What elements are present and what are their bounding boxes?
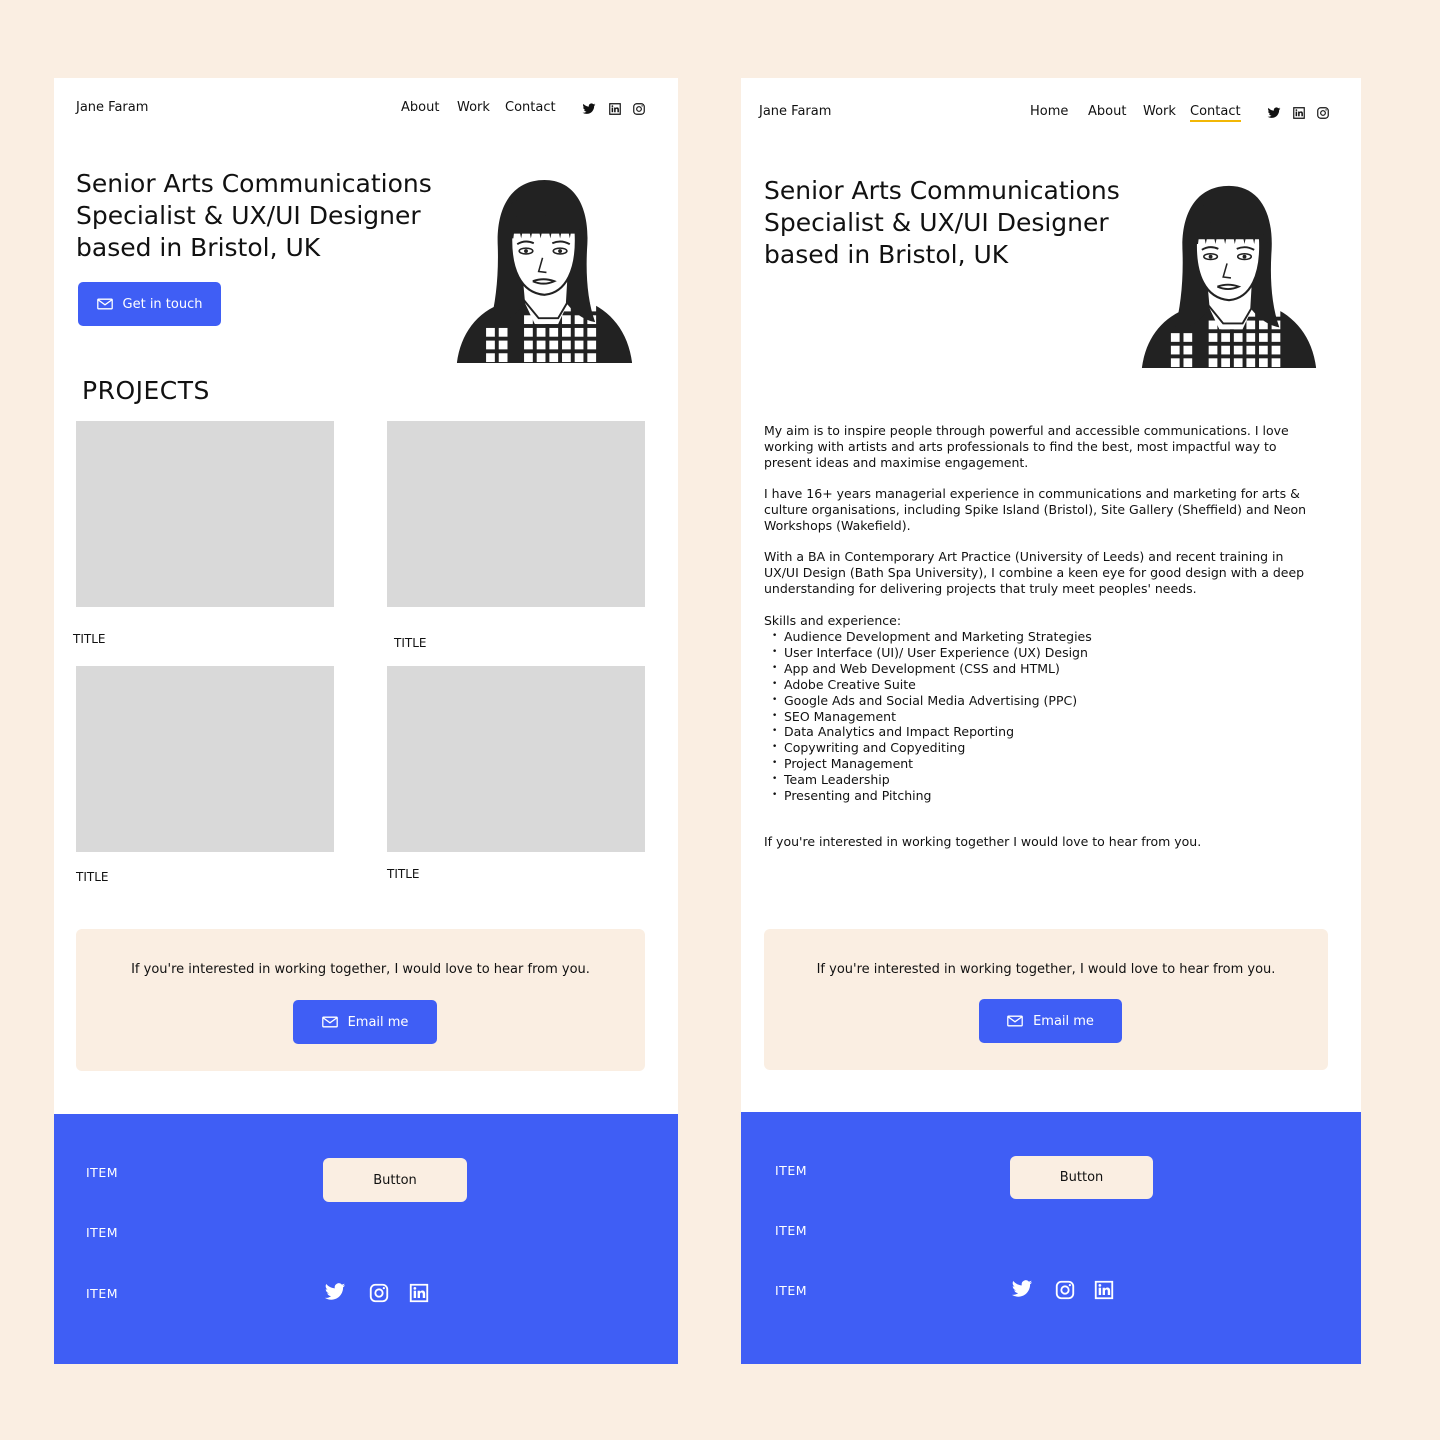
closing-text: If you're interested in working together…: [764, 834, 1202, 849]
footer-item-3[interactable]: ITEM: [775, 1283, 807, 1298]
skill-item: Presenting and Pitching: [764, 788, 1320, 804]
about-paragraph-2: I have 16+ years managerial experience i…: [764, 486, 1307, 533]
twitter-icon[interactable]: [324, 1281, 346, 1303]
nav-work[interactable]: Work: [1143, 104, 1176, 119]
nav-work[interactable]: Work: [457, 100, 490, 115]
site-logo[interactable]: Jane Faram: [759, 104, 831, 119]
instagram-icon[interactable]: [632, 102, 646, 116]
footer-item-3[interactable]: ITEM: [86, 1286, 118, 1301]
skill-item: Team Leadership: [764, 772, 1320, 788]
about-paragraph-1: My aim is to inspire people through powe…: [764, 423, 1289, 470]
email-me-label: Email me: [1033, 1013, 1094, 1029]
email-me-button[interactable]: Email me: [979, 999, 1122, 1043]
hero-line-3: based in Bristol, UK: [764, 240, 1009, 269]
linkedin-icon[interactable]: [1093, 1279, 1115, 1301]
portrait-illustration: [454, 178, 635, 363]
skill-item: SEO Management: [764, 709, 1320, 725]
portrait-illustration: [1139, 184, 1319, 368]
skill-item: User Interface (UI)/ User Experience (UX…: [764, 645, 1320, 661]
footer-item-2[interactable]: ITEM: [86, 1225, 118, 1240]
linkedin-icon[interactable]: [408, 1282, 430, 1304]
project-thumbnail-3[interactable]: [76, 666, 334, 852]
skills-list: Audience Development and Marketing Strat…: [764, 629, 1320, 804]
nav-about[interactable]: About: [401, 100, 439, 115]
nav-about[interactable]: About: [1088, 104, 1126, 119]
instagram-icon[interactable]: [1054, 1279, 1076, 1301]
project-title-2[interactable]: TITLE: [394, 636, 426, 650]
hero-line-1: Senior Arts Communications: [76, 169, 432, 198]
footer: ITEM ITEM ITEM Button: [54, 1114, 678, 1364]
footer-button[interactable]: Button: [323, 1158, 467, 1202]
cta-text: If you're interested in working together…: [816, 962, 1276, 977]
nav-home[interactable]: Home: [1030, 104, 1068, 119]
right-page: Jane Faram Home About Work Contact Senio…: [741, 78, 1361, 1364]
project-title-3[interactable]: TITLE: [76, 870, 108, 884]
footer-item-1[interactable]: ITEM: [775, 1163, 807, 1178]
contact-cta: If you're interested in working together…: [764, 929, 1328, 1070]
instagram-icon[interactable]: [1316, 106, 1330, 120]
hero-line-2: Specialist & UX/UI Designer: [764, 208, 1109, 237]
twitter-icon[interactable]: [582, 102, 596, 116]
get-in-touch-label: Get in touch: [122, 296, 203, 312]
project-thumbnail-4[interactable]: [387, 666, 645, 852]
hero-line-2: Specialist & UX/UI Designer: [76, 201, 421, 230]
linkedin-icon[interactable]: [1292, 106, 1306, 120]
twitter-icon[interactable]: [1011, 1278, 1033, 1300]
hero-heading: Senior Arts Communications Specialist & …: [76, 168, 456, 264]
project-thumbnail-1[interactable]: [76, 421, 334, 607]
project-title-1[interactable]: TITLE: [73, 632, 105, 646]
skill-item: Copywriting and Copyediting: [764, 740, 1320, 756]
footer-item-2[interactable]: ITEM: [775, 1223, 807, 1238]
twitter-icon[interactable]: [1267, 106, 1281, 120]
about-paragraph-3: With a BA in Contemporary Art Practice (…: [764, 549, 1305, 596]
mail-icon: [97, 298, 113, 310]
site-logo[interactable]: Jane Faram: [76, 100, 148, 115]
skill-item: Audience Development and Marketing Strat…: [764, 629, 1320, 645]
linkedin-icon[interactable]: [608, 102, 622, 116]
project-thumbnail-2[interactable]: [387, 421, 645, 607]
footer-button[interactable]: Button: [1010, 1156, 1153, 1199]
nav-contact[interactable]: Contact: [505, 100, 556, 115]
skill-item: Adobe Creative Suite: [764, 677, 1320, 693]
hero-heading: Senior Arts Communications Specialist & …: [764, 175, 1144, 271]
project-title-4[interactable]: TITLE: [387, 867, 419, 881]
skill-item: Google Ads and Social Media Advertising …: [764, 693, 1320, 709]
nav-contact[interactable]: Contact: [1190, 104, 1241, 122]
skill-item: Project Management: [764, 756, 1320, 772]
projects-heading: PROJECTS: [82, 376, 210, 405]
mail-icon: [322, 1016, 338, 1028]
skill-item: App and Web Development (CSS and HTML): [764, 661, 1320, 677]
left-page: Jane Faram About Work Contact Senior Art…: [54, 78, 678, 1364]
get-in-touch-button[interactable]: Get in touch: [78, 282, 221, 326]
skill-item: Data Analytics and Impact Reporting: [764, 724, 1320, 740]
email-me-button[interactable]: Email me: [293, 1000, 437, 1044]
footer: ITEM ITEM ITEM Button: [741, 1112, 1361, 1364]
footer-item-1[interactable]: ITEM: [86, 1165, 118, 1180]
instagram-icon[interactable]: [368, 1282, 390, 1304]
cta-text: If you're interested in working together…: [131, 962, 590, 977]
contact-cta: If you're interested in working together…: [76, 929, 645, 1071]
mail-icon: [1007, 1015, 1023, 1027]
hero-line-1: Senior Arts Communications: [764, 176, 1120, 205]
hero-line-3: based in Bristol, UK: [76, 233, 321, 262]
email-me-label: Email me: [347, 1014, 409, 1030]
skills-heading: Skills and experience:: [764, 613, 902, 628]
